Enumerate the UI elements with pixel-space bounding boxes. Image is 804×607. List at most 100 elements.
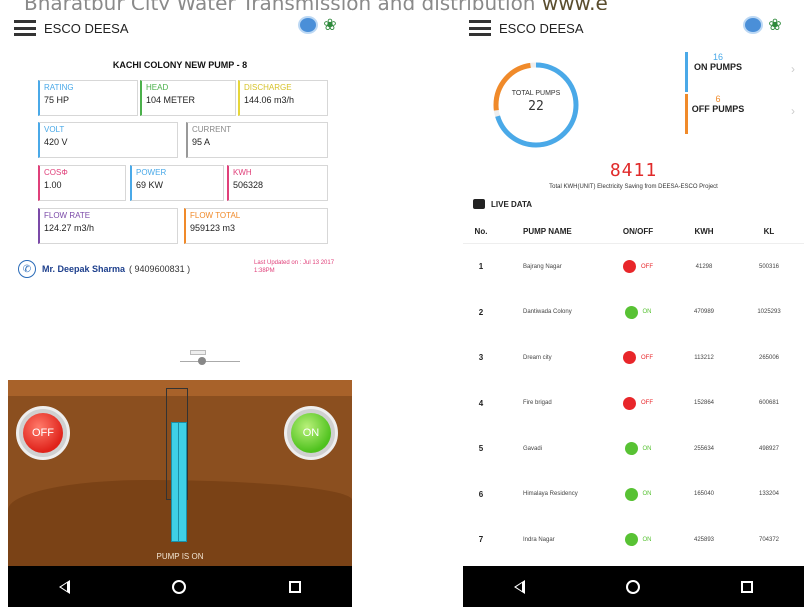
flow-rate-label: FLOW RATE <box>44 211 91 220</box>
current-label: CURRENT <box>192 125 232 134</box>
off-button[interactable]: OFF <box>16 406 70 460</box>
header-kwh: KWH <box>694 227 714 236</box>
recent-apps-icon[interactable] <box>288 580 301 593</box>
emblem-icon: ❀ <box>768 15 782 34</box>
header-status: ON/OFF <box>622 227 654 236</box>
partner-logos: ❀ <box>298 16 339 34</box>
phone-icon[interactable]: ✆ <box>18 260 36 278</box>
table-row[interactable]: 7 Indra Nagar ON 425893 704372 <box>463 517 804 563</box>
contact-row[interactable]: ✆ Mr. Deepak Sharma ( 9409600831 ) <box>18 260 190 278</box>
live-data-header: LIVE DATA <box>473 199 532 209</box>
row-kl: 704372 <box>758 536 780 543</box>
row-status[interactable]: OFF <box>607 260 669 274</box>
row-kl: 600681 <box>758 400 780 407</box>
table-row[interactable]: 5 Gavadi ON 255634 498927 <box>463 426 804 472</box>
cos-card: COSΦ 1.00 <box>38 165 126 201</box>
savings-label: Total KWH(UNIT) Electricity Saving from … <box>549 184 718 190</box>
row-kwh: 41298 <box>695 263 713 270</box>
row-status-label: OFF <box>641 354 653 361</box>
row-status[interactable]: ON <box>607 487 669 501</box>
row-status[interactable]: OFF <box>607 396 669 410</box>
speed-slider[interactable] <box>180 350 240 370</box>
status-dot-icon[interactable] <box>623 396 636 410</box>
table-row[interactable]: 4 Fire brigad OFF 152864 600681 <box>463 381 804 427</box>
flow-total-value: 959123 m3 <box>190 223 236 233</box>
row-kl: 133204 <box>758 491 780 498</box>
hamburger-icon[interactable] <box>14 20 36 36</box>
row-status-label: OFF <box>641 400 653 407</box>
off-pumps-box[interactable]: 6 OFF PUMPS › <box>685 94 795 134</box>
slider-thumb[interactable] <box>198 357 206 365</box>
chevron-right-icon[interactable]: › <box>791 62 795 76</box>
emblem-icon: ❀ <box>323 15 337 34</box>
head-card: HEAD 104 METER <box>140 80 236 116</box>
header-name: PUMP NAME <box>523 227 572 236</box>
hamburger-icon[interactable] <box>469 20 491 36</box>
volt-card: VOLT 420 V <box>38 122 178 158</box>
back-icon[interactable] <box>59 579 71 594</box>
row-status-label: ON <box>642 491 652 498</box>
volt-label: VOLT <box>44 125 65 134</box>
row-status[interactable]: ON <box>607 442 669 456</box>
row-status[interactable]: OFF <box>607 351 669 365</box>
last-updated: Last Updated on : Jul 13 2017 1:38PM <box>254 260 335 274</box>
on-pumps-label: ON PUMPS <box>693 62 742 72</box>
table-row[interactable]: 1 Bajrang Nagar OFF 41298 500316 <box>463 244 804 290</box>
contact-number[interactable]: ( 9409600831 ) <box>129 264 190 274</box>
current-card: CURRENT 95 A <box>186 122 328 158</box>
row-name: Gavadi <box>523 445 543 452</box>
home-icon[interactable] <box>625 579 640 594</box>
row-status-label: ON <box>642 445 652 452</box>
power-label: POWER <box>136 168 167 177</box>
off-button-label: OFF <box>23 413 63 453</box>
status-dot-icon[interactable] <box>623 260 636 274</box>
status-dot-icon[interactable] <box>624 442 638 456</box>
header-kl: KL <box>763 227 775 236</box>
row-kl: 500316 <box>758 263 780 270</box>
header-no: No. <box>474 227 488 236</box>
recent-apps-icon[interactable] <box>741 580 754 593</box>
flow-rate-value: 124.27 m3/h <box>44 223 95 233</box>
head-label: HEAD <box>146 83 169 92</box>
android-navbar <box>463 566 804 607</box>
on-button[interactable]: ON <box>284 406 338 460</box>
row-status[interactable]: ON <box>607 305 669 319</box>
partner-logos: ❀ <box>743 16 784 34</box>
contact-name: Mr. Deepak Sharma <box>42 264 126 274</box>
slider-track[interactable] <box>180 361 240 362</box>
on-pumps-count: 16 <box>712 52 723 62</box>
status-dot-icon[interactable] <box>623 351 636 365</box>
table-row[interactable]: 2 Dantiwada Colony ON 470989 1025293 <box>463 290 804 336</box>
status-dot-icon[interactable] <box>624 487 638 501</box>
discharge-card: DISCHARGE 144.06 m3/h <box>238 80 328 116</box>
row-kwh: 470989 <box>693 309 715 316</box>
chevron-right-icon[interactable]: › <box>791 104 795 118</box>
status-dot-icon[interactable] <box>624 533 638 547</box>
row-kwh: 152864 <box>693 400 715 407</box>
power-card: POWER 69 KW <box>130 165 224 201</box>
pump-visual: OFF ON PUMP IS ON <box>8 380 352 566</box>
current-value: 95 A <box>192 137 211 147</box>
row-name: Himalaya Residency <box>523 491 578 498</box>
back-icon[interactable] <box>513 579 525 594</box>
discharge-label: DISCHARGE <box>244 83 292 92</box>
database-icon <box>473 199 485 209</box>
row-name: Bajrang Nagar <box>523 263 562 270</box>
row-no: 3 <box>478 353 484 363</box>
table-body: 1 Bajrang Nagar OFF 41298 500316 2 Dantiwada C… <box>463 244 804 563</box>
table-row[interactable]: 3 Dream city OFF 113212 265006 <box>463 335 804 381</box>
on-pumps-box[interactable]: 16 ON PUMPS › <box>685 52 795 92</box>
row-kl: 265006 <box>758 354 780 361</box>
row-status[interactable]: ON <box>607 533 669 547</box>
total-pumps: TOTAL PUMPS 22 <box>491 90 581 114</box>
head-value: 104 METER <box>146 95 196 105</box>
off-pumps-label: OFF PUMPS <box>691 104 745 114</box>
pump-table: No. PUMP NAME ON/OFF KWH KL 1 Bajrang Nag… <box>463 220 804 563</box>
status-dot-icon[interactable] <box>624 305 638 319</box>
pump-title: KACHI COLONY NEW PUMP - 8 <box>112 60 248 70</box>
off-pumps-count: 6 <box>715 94 721 104</box>
table-row[interactable]: 6 Himalaya Residency ON 165040 133204 <box>463 472 804 518</box>
slider-knob[interactable] <box>190 350 206 355</box>
android-navbar <box>8 566 352 607</box>
home-icon[interactable] <box>172 579 187 594</box>
